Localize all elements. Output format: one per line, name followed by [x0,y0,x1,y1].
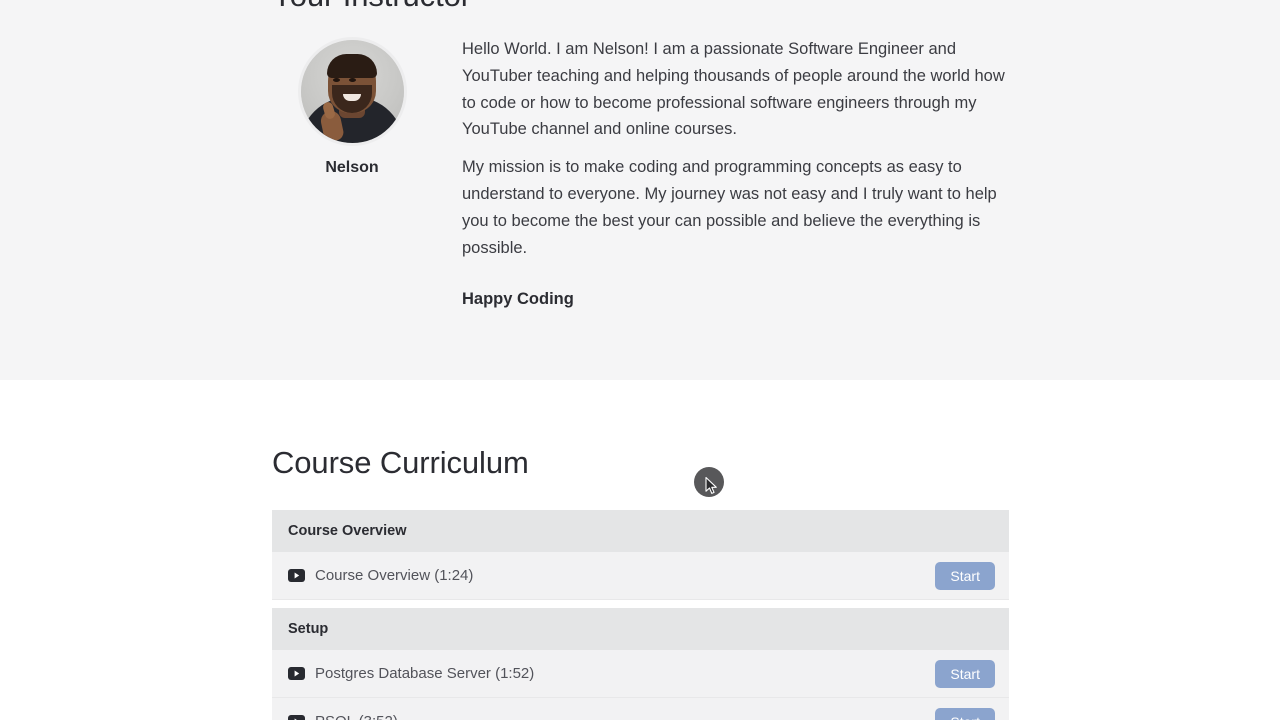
instructor-bio-paragraph-1: Hello World. I am Nelson! I am a passion… [462,40,1005,139]
play-video-icon [288,715,305,720]
page-root: Your Instructor [0,0,1280,720]
play-video-icon [288,569,305,582]
lesson-info: Course Overview (1:24) [288,567,473,584]
instructor-profile: Nelson [272,36,432,177]
start-button[interactable]: Start [935,707,995,720]
instructor-name: Nelson [325,159,379,176]
lesson-info: PSOL (3:52) [288,713,398,720]
instructor-bio-closing: Happy Coding [462,290,574,309]
avatar-eye-right [348,78,356,82]
start-button[interactable]: Start [935,659,995,688]
curriculum-group-gap [272,600,1009,608]
play-video-icon [288,667,305,680]
curriculum-section: Course Curriculum Course Overview Course … [0,380,1280,720]
instructor-bio: Hello World. I am Nelson! I am a passion… [432,36,1032,313]
curriculum-title: Course Curriculum [272,445,529,480]
instructor-bio-paragraph-2: My mission is to make coding and program… [462,158,997,257]
instructor-body: Nelson Hello World. I am Nelson! I am a … [272,36,1032,313]
page-title: Your Instructor [272,0,471,14]
instructor-section: Your Instructor [0,0,1280,380]
lesson-label: Postgres Database Server (1:52) [315,665,535,682]
curriculum-lesson-row[interactable]: Postgres Database Server (1:52) Start [272,650,1009,698]
instructor-inner: Your Instructor [0,0,1280,380]
start-button[interactable]: Start [935,561,995,590]
lesson-label: PSOL (3:52) [315,713,398,720]
avatar [300,40,404,143]
lesson-info: Postgres Database Server (1:52) [288,665,534,682]
curriculum-lesson-row[interactable]: PSOL (3:52) Start [272,698,1009,720]
avatar-hair [327,54,377,78]
curriculum-group-header: Course Overview [272,510,1009,552]
curriculum-lesson-row[interactable]: Course Overview (1:24) Start [272,552,1009,600]
lesson-label: Course Overview (1:24) [315,567,474,584]
curriculum-group-header: Setup [272,608,1009,650]
avatar-eye-left [332,78,340,82]
curriculum-card: Course Overview Course Overview (1:24) Sta… [272,510,1009,720]
